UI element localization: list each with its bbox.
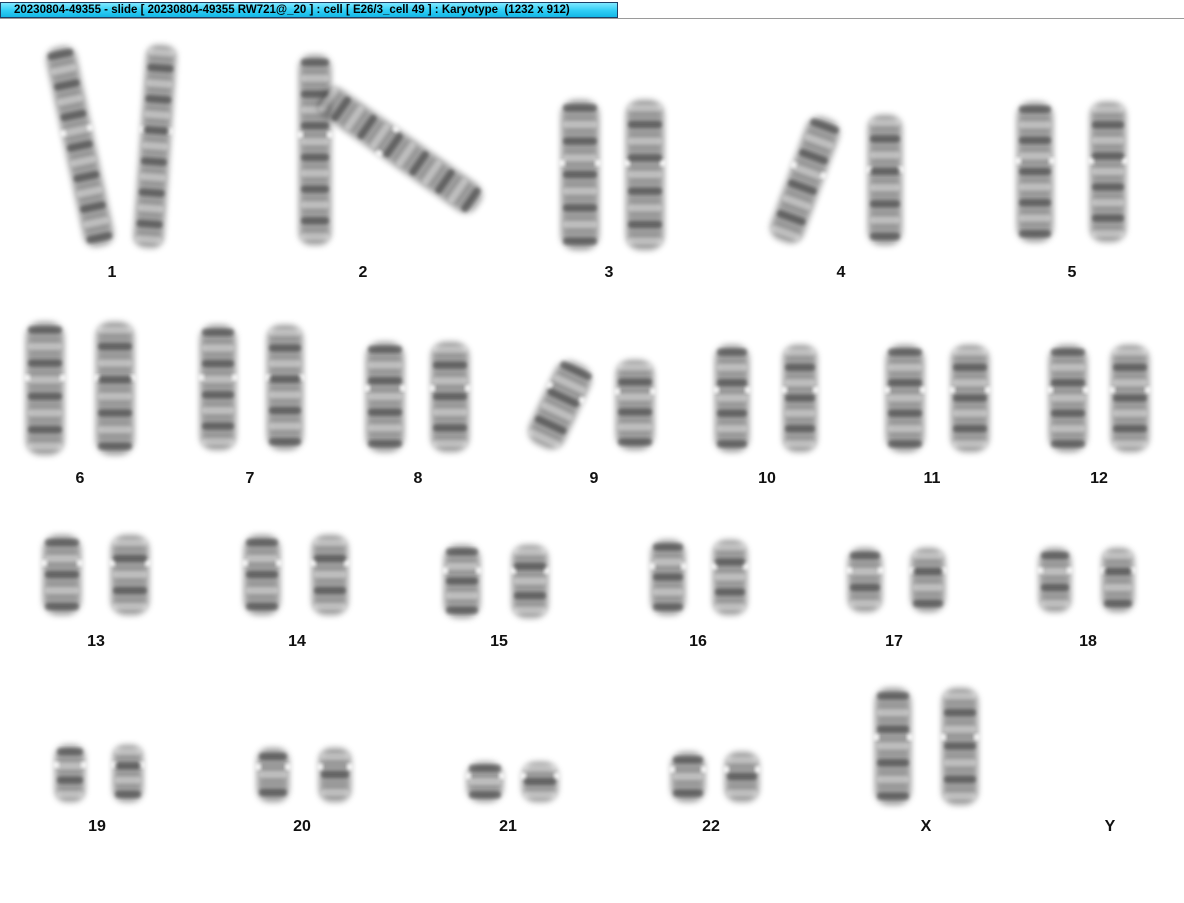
chromosome-label-18: 18 [1079, 633, 1097, 650]
chromosome-pair-5[interactable] [1015, 102, 1128, 242]
chromosome-homolog [884, 345, 926, 452]
chromosome-label-16: 16 [689, 633, 707, 650]
chromosome-label-20: 20 [293, 818, 311, 835]
chromosome-homolog [909, 548, 947, 612]
chromosome-label-14: 14 [288, 633, 306, 650]
chromosome-label-11: 11 [923, 470, 941, 487]
window-title-tab[interactable]: 20230804-49355 - slide [ 20230804-49355 … [0, 2, 618, 18]
chromosome-pair-15[interactable] [442, 545, 550, 618]
chromosome-homolog [713, 345, 751, 452]
chromosome-homolog [242, 535, 282, 615]
chromosome-homolog [297, 55, 333, 245]
chromosome-pair-10[interactable] [713, 345, 819, 452]
chromosome-homolog [510, 545, 550, 618]
chromosome-homolog [364, 342, 406, 452]
chromosome-pair-1[interactable] [42, 44, 179, 250]
chromosome-label-7: 7 [245, 470, 255, 487]
chromosome-homolog [1015, 102, 1055, 242]
chromosome-homolog [528, 360, 592, 450]
chromosome-drawing [24, 44, 1151, 805]
chromosome-label-y: Y [1104, 818, 1116, 835]
chromosome-homolog [317, 748, 353, 802]
chromosome-homolog [429, 342, 471, 452]
chromosome-homolog [649, 540, 687, 615]
chromosome-pair-9[interactable] [522, 355, 656, 454]
karyogram: 1 2 3 4 5 6 7 8 9 10 11 12 13 14 15 16 17 18 19 20 21 22 X Y [0, 20, 1184, 903]
chromosome-label-4: 4 [836, 264, 846, 281]
chromosome-pair-13[interactable] [41, 535, 151, 615]
chromosome-pair-4[interactable] [765, 112, 904, 247]
chromosome-label-22: 22 [702, 818, 720, 835]
chromosome-pair-2[interactable] [297, 55, 488, 245]
chromosome-homolog [255, 748, 291, 802]
chromosome-label-17: 17 [885, 633, 903, 650]
chromosome-homolog [46, 46, 114, 247]
chromosome-pair-20[interactable] [255, 748, 353, 802]
chromosome-homolog [24, 322, 66, 455]
chromosome-label-x: X [920, 818, 932, 835]
chromosome-homolog [1047, 345, 1089, 452]
window-title-bar: 20230804-49355 - slide [ 20230804-49355 … [0, 0, 1184, 19]
chromosome-pair-x[interactable] [873, 688, 980, 805]
chromosome-pair-21[interactable] [465, 762, 560, 802]
chromosome-pair-14[interactable] [242, 535, 350, 615]
chromosome-label-12: 12 [1090, 470, 1108, 487]
chromosome-homolog [669, 752, 707, 802]
chromosome-label-21: 21 [499, 818, 517, 835]
chromosome-homolog [111, 745, 145, 802]
chromosome-homolog [310, 535, 350, 615]
chromosome-homolog [1100, 548, 1136, 612]
chromosome-homolog [873, 688, 913, 805]
chromosome-homolog [109, 535, 151, 615]
chromosome-pair-17[interactable] [846, 548, 947, 612]
chromosome-homolog [624, 100, 666, 250]
chromosome-homolog [723, 752, 761, 802]
chromosome-pair-18[interactable] [1037, 548, 1136, 612]
chromosome-label-19: 19 [88, 818, 106, 835]
chromosome-homolog [770, 116, 840, 244]
chromosome-label-15: 15 [490, 633, 508, 650]
chromosome-pair-19[interactable] [53, 745, 145, 802]
chromosome-pair-8[interactable] [364, 342, 471, 452]
chromosome-homolog [940, 688, 980, 805]
chromosome-homolog [1037, 548, 1073, 612]
chromosome-label-1: 1 [107, 264, 117, 281]
chromosome-homolog [53, 745, 87, 802]
chromosome-label-3: 3 [604, 264, 614, 281]
chromosome-homolog [866, 115, 904, 245]
chromosome-label-2: 2 [358, 264, 368, 281]
chromosome-homolog [41, 535, 83, 615]
chromosome-homolog [949, 345, 991, 452]
chromosome-homolog [198, 325, 238, 450]
chromosome-pair-11[interactable] [884, 345, 991, 452]
chromosome-homolog [133, 44, 177, 249]
chromosome-label-8: 8 [413, 470, 423, 487]
chromosome-pair-3[interactable] [559, 100, 666, 250]
chromosome-label-5: 5 [1067, 264, 1077, 281]
chromosome-pair-6[interactable] [24, 322, 136, 455]
chromosome-homolog [1109, 345, 1151, 452]
chromosome-homolog [520, 762, 560, 802]
chromosome-homolog [442, 545, 482, 618]
chromosome-homolog [781, 345, 819, 452]
chromosome-pair-7[interactable] [198, 325, 305, 450]
chromosome-label-13: 13 [87, 633, 105, 650]
chromosome-homolog [559, 100, 601, 250]
chromosome-homolog [1088, 102, 1128, 242]
chromosome-homolog [711, 540, 749, 615]
chromosome-homolog [465, 762, 505, 802]
chromosome-homolog [846, 548, 884, 612]
chromosome-homolog [94, 322, 136, 455]
chromosome-pair-16[interactable] [649, 540, 749, 615]
chromosome-homolog [614, 360, 656, 450]
chromosome-pair-12[interactable] [1047, 345, 1151, 452]
chromosome-label-9: 9 [589, 470, 599, 487]
chromosome-pair-22[interactable] [669, 752, 761, 802]
chromosome-homolog [317, 87, 483, 213]
chromosome-homolog [265, 325, 305, 450]
chromosome-label-10: 10 [758, 470, 776, 487]
chromosome-label-6: 6 [75, 470, 85, 487]
